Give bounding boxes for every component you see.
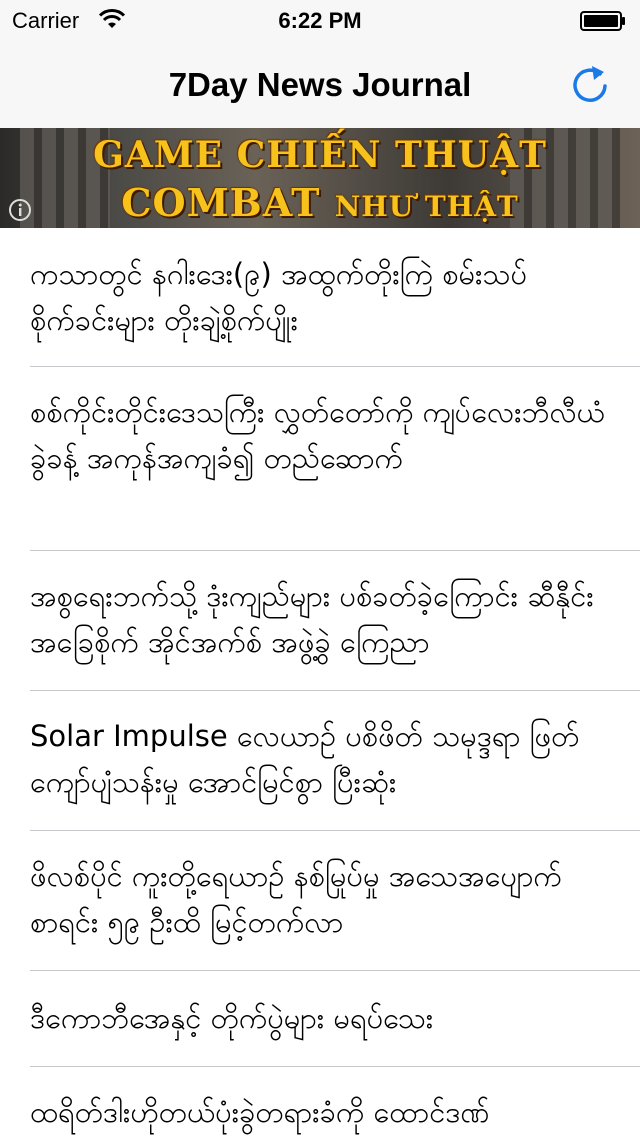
- status-bar: Carrier 6:22 PM: [0, 0, 640, 40]
- status-time: 6:22 PM: [278, 8, 362, 33]
- banner-subheadline: COMBAT NHƯ THẬT: [0, 180, 640, 225]
- ad-banner[interactable]: GAME CHIẾN THUẬT COMBAT NHƯ THẬT: [0, 128, 640, 228]
- refresh-icon[interactable]: [566, 60, 614, 108]
- news-list: ကသာတွင် နဂါးဒေး(၉) အထွက်တိုးကြဲ စမ်းသပ်စ…: [0, 229, 640, 1137]
- list-item[interactable]: Solar Impulse လေယာဉ် ပစိဖိတ် သမုဒ္ဒရာ ဖြ…: [0, 691, 640, 831]
- list-item[interactable]: ထရိတ်ဒါးဟိုတယ်ပုံးခွဲတရားခံကို ထောင်ဒဏ်: [0, 1067, 640, 1137]
- list-item[interactable]: အစွရေးဘက်သို့ ဒုံးကျည်များ ပစ်ခတ်ခဲ့ကြော…: [0, 551, 640, 691]
- banner-small-text: NHƯ THẬT: [334, 190, 519, 223]
- list-item[interactable]: စစ်ကိုင်းတိုင်းဒေသကြီး လွှတ်တော်ကို ကျပ်…: [0, 367, 640, 551]
- battery-icon: [580, 11, 625, 31]
- list-item[interactable]: ဒီကောဘီအေနှင့် တိုက်ပွဲများ မရပ်သေး: [0, 971, 640, 1067]
- article-title: စစ်ကိုင်းတိုင်းဒေသကြီး လွှတ်တော်ကို ကျပ်…: [30, 395, 605, 475]
- article-title: ကသာတွင် နဂါးဒေး(၉) အထွက်တိုးကြဲ စမ်းသပ်စ…: [30, 257, 528, 337]
- navigation-bar: Carrier 6:22 PM 7Day News Journal: [0, 0, 640, 129]
- list-item[interactable]: ဖိလစ်ပိုင် ကူးတို့ရေယာဉ် နစ်မြုပ်မှု အသေ…: [0, 831, 640, 971]
- article-title: အစွရေးဘက်သို့ ဒုံးကျည်များ ပစ်ခတ်ခဲ့ကြော…: [30, 579, 594, 659]
- list-item[interactable]: ကသာတွင် နဂါးဒေး(၉) အထွက်တိုးကြဲ စမ်းသပ်စ…: [0, 229, 640, 367]
- article-title: ထရိတ်ဒါးဟိုတယ်ပုံးခွဲတရားခံကို ထောင်ဒဏ်: [30, 1095, 490, 1129]
- article-title: ဖိလစ်ပိုင် ကူးတို့ရေယာဉ် နစ်မြုပ်မှု အသေ…: [30, 859, 562, 939]
- article-title: Solar Impulse လေယာဉ် ပစိဖိတ် သမုဒ္ဒရာ ဖြ…: [30, 719, 580, 799]
- article-title: ဒီကောဘီအေနှင့် တိုက်ပွဲများ မရပ်သေး: [30, 1001, 434, 1035]
- page-title: 7Day News Journal: [168, 66, 472, 103]
- banner-headline: GAME CHIẾN THUẬT: [93, 134, 547, 176]
- banner-combat-text: COMBAT: [121, 180, 321, 225]
- info-icon[interactable]: [8, 198, 32, 222]
